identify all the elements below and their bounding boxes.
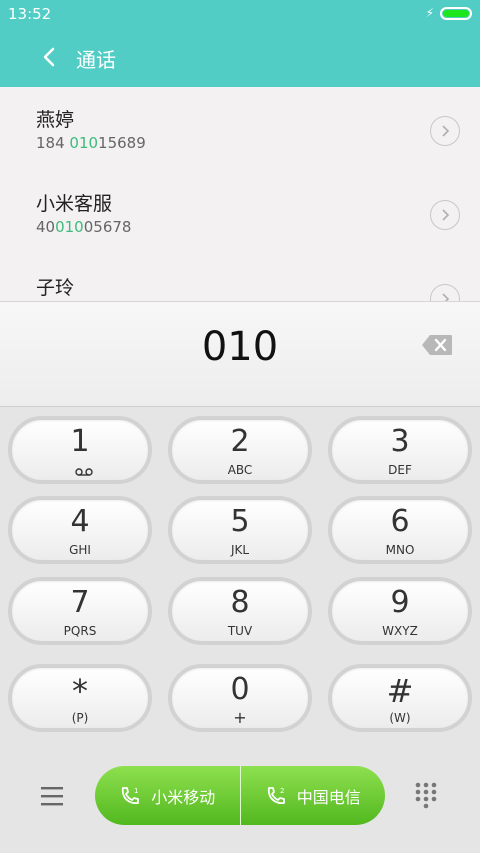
- phone-sim2-icon: 2: [267, 787, 285, 804]
- svg-text:1: 1: [134, 787, 138, 795]
- call-sim2-button[interactable]: 2 中国电信: [241, 766, 386, 825]
- key-2[interactable]: 2 ABC: [168, 416, 312, 484]
- key-6[interactable]: 6 MNO: [328, 496, 472, 564]
- charging-icon: ⚡: [425, 6, 434, 20]
- key-hash[interactable]: # (W): [328, 664, 472, 732]
- menu-button[interactable]: [40, 785, 68, 809]
- contact-name: 子玲: [36, 277, 75, 299]
- battery-icon: [440, 6, 472, 20]
- chevron-right-icon: [442, 293, 450, 301]
- page-title: 通话: [76, 48, 116, 72]
- contact-number: 184 01015689: [36, 134, 146, 152]
- contact-name: 小米客服: [36, 193, 113, 215]
- dialpad-icon: [415, 782, 437, 809]
- sim1-carrier-label: 小米移动: [151, 787, 216, 807]
- hide-keypad-button[interactable]: [414, 781, 440, 811]
- contact-number: 4001005678: [36, 218, 132, 236]
- call-sim1-button[interactable]: 1 小米移动: [95, 766, 240, 825]
- svg-text:2: 2: [280, 787, 284, 795]
- dial-keypad: 1 2 ABC 3 DEF 4 GHI 5 JKL 6 MNO 7 PQRS 8…: [0, 407, 480, 853]
- key-4[interactable]: 4 GHI: [8, 496, 152, 564]
- key-7[interactable]: 7 PQRS: [8, 577, 152, 645]
- app-header: 13:52 ⚡ 通话: [0, 0, 480, 87]
- contact-result-row[interactable]: 子玲: [0, 255, 480, 301]
- contact-result-row[interactable]: 小米客服 4001005678: [0, 171, 480, 255]
- contact-detail-button[interactable]: [430, 284, 460, 301]
- key-star[interactable]: * (P): [8, 664, 152, 732]
- dialed-number: 010: [201, 324, 279, 370]
- back-button[interactable]: [34, 42, 64, 72]
- phone-sim1-icon: 1: [122, 787, 140, 804]
- contact-name: 燕婷: [36, 109, 75, 131]
- contact-detail-button[interactable]: [430, 200, 460, 230]
- status-time: 13:52: [8, 5, 52, 23]
- sim2-carrier-label: 中国电信: [296, 787, 361, 807]
- key-9[interactable]: 9 WXYZ: [328, 577, 472, 645]
- key-5[interactable]: 5 JKL: [168, 496, 312, 564]
- key-3[interactable]: 3 DEF: [328, 416, 472, 484]
- key-0[interactable]: 0 +: [168, 664, 312, 732]
- chevron-right-icon: [442, 125, 450, 137]
- dialer-display: 010: [0, 301, 480, 407]
- status-icons: ⚡: [426, 6, 472, 20]
- backspace-button[interactable]: [420, 332, 454, 358]
- contact-detail-button[interactable]: [430, 116, 460, 146]
- search-results-list: 燕婷 184 01015689 小米客服 4001005678 子玲: [0, 87, 480, 301]
- contact-result-row[interactable]: 燕婷 184 01015689: [0, 87, 480, 171]
- menu-icon: [41, 787, 63, 806]
- chevron-right-icon: [442, 209, 450, 221]
- backspace-icon: [422, 335, 452, 355]
- key-8[interactable]: 8 TUV: [168, 577, 312, 645]
- chevron-left-icon: [43, 47, 55, 67]
- voicemail-icon: [75, 468, 93, 476]
- key-1[interactable]: 1: [8, 416, 152, 484]
- call-button[interactable]: 1 小米移动 2 中国电信: [95, 766, 385, 825]
